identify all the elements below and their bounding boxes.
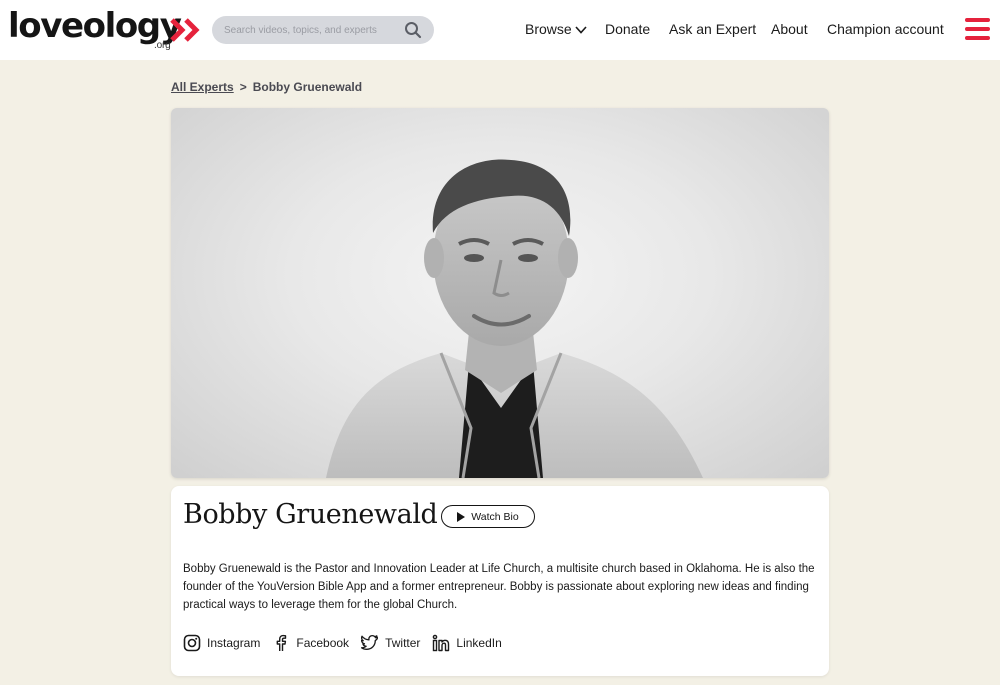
breadcrumb-separator: > bbox=[239, 80, 247, 94]
expert-name: Bobby Gruenewald bbox=[183, 499, 438, 530]
instagram-label: Instagram bbox=[207, 636, 261, 650]
facebook-icon bbox=[276, 634, 287, 651]
breadcrumb-all-experts[interactable]: All Experts bbox=[171, 80, 234, 94]
nav-champion-account[interactable]: Champion account bbox=[827, 21, 944, 37]
portrait-illustration bbox=[326, 159, 703, 478]
facebook-label: Facebook bbox=[296, 636, 350, 650]
double-chevron-right-icon bbox=[170, 18, 200, 42]
hamburger-menu-icon[interactable] bbox=[965, 18, 991, 42]
site-header: loveology .org Browse Donate Ask an Expe… bbox=[0, 0, 1000, 60]
nav-about[interactable]: About bbox=[771, 21, 808, 37]
nav-donate[interactable]: Donate bbox=[605, 21, 650, 37]
watch-bio-button[interactable]: Watch Bio bbox=[441, 505, 535, 528]
linkedin-link[interactable]: LinkedIn bbox=[432, 634, 502, 652]
facebook-link[interactable]: Facebook bbox=[272, 634, 349, 652]
logo-suffix: .org bbox=[154, 40, 171, 51]
twitter-link[interactable]: Twitter bbox=[361, 634, 420, 652]
breadcrumb: All Experts > Bobby Gruenewald bbox=[171, 80, 362, 94]
play-icon bbox=[457, 511, 466, 522]
search-icon[interactable] bbox=[404, 21, 422, 39]
search-bar bbox=[212, 16, 434, 44]
breadcrumb-current: Bobby Gruenewald bbox=[252, 80, 363, 94]
instagram-icon bbox=[183, 634, 201, 652]
chevron-down-icon[interactable] bbox=[574, 23, 588, 37]
search-input[interactable] bbox=[224, 24, 400, 36]
expert-portrait-photo bbox=[171, 108, 829, 478]
nav-ask-expert[interactable]: Ask an Expert bbox=[669, 21, 756, 37]
nav-browse[interactable]: Browse bbox=[525, 21, 572, 37]
linkedin-icon bbox=[433, 634, 450, 652]
watch-bio-label: Watch Bio bbox=[471, 510, 519, 523]
expert-bio: Bobby Gruenewald is the Pastor and Innov… bbox=[183, 563, 815, 611]
twitter-icon bbox=[361, 634, 379, 650]
social-links: Instagram Facebook Twitter LinkedIn bbox=[183, 634, 514, 652]
twitter-label: Twitter bbox=[385, 636, 421, 650]
loveology-logo[interactable]: loveology .org bbox=[8, 6, 200, 51]
expert-info-card: Bobby Gruenewald Watch Bio Bobby Gruenew… bbox=[171, 486, 829, 676]
instagram-link[interactable]: Instagram bbox=[183, 634, 260, 652]
linkedin-label: LinkedIn bbox=[456, 636, 502, 650]
